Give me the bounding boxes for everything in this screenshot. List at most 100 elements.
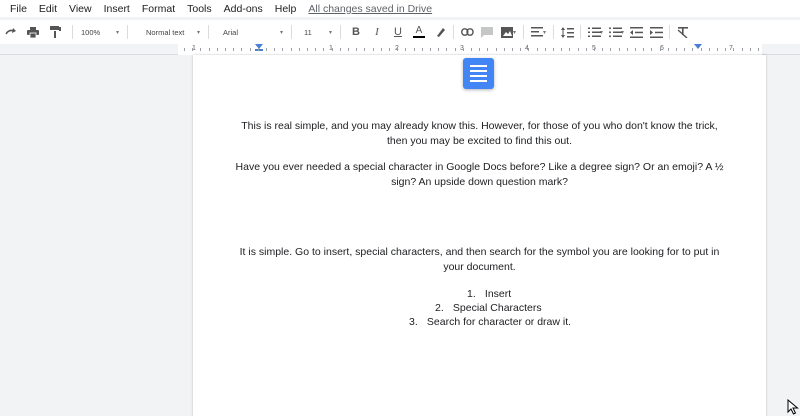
list-item-text: Insert (484, 288, 512, 300)
zoom-value: 100% (81, 27, 101, 37)
ruler-tick (192, 48, 194, 51)
ruler-tick (618, 48, 620, 51)
toolbar-divider (669, 25, 671, 39)
chevron-down-icon[interactable]: ▾ (621, 29, 624, 36)
paragraph-1[interactable]: This is real simple, and you may already… (233, 119, 726, 149)
toolbar-divider (523, 25, 525, 39)
italic-button[interactable]: I (368, 23, 386, 41)
ruler-tick (684, 48, 686, 51)
toolbar-divider (291, 25, 292, 39)
ruler-tick (184, 48, 185, 51)
redo-icon[interactable] (2, 23, 20, 41)
ruler-tick (536, 48, 538, 51)
menu-edit[interactable]: Edit (39, 3, 57, 15)
ruler-tick (520, 48, 522, 51)
chevron-down-icon: ▾ (115, 29, 119, 36)
ruler-tick (356, 48, 358, 51)
ruler-tick (479, 48, 481, 51)
ruler-tick (307, 48, 308, 51)
ruler-tick (208, 48, 210, 51)
chevron-down-icon: ▾ (196, 29, 200, 36)
menu-format[interactable]: Format (142, 3, 175, 15)
underline-button[interactable]: U (389, 23, 407, 41)
ruler-tick (413, 48, 415, 51)
font-size-select[interactable]: 11 ▾ (296, 23, 336, 41)
zoom-select[interactable]: 100% ▾ (77, 23, 123, 41)
save-status-link[interactable]: All changes saved in Drive (308, 3, 432, 15)
clear-formatting-icon[interactable] (674, 23, 692, 41)
ruler-tick (692, 48, 694, 51)
ruler-tick (594, 48, 595, 51)
ruler-tick (749, 48, 751, 51)
paragraph-2[interactable]: Have you ever needed a special character… (233, 160, 726, 190)
list-item[interactable]: 3. Search for character or draw it. (409, 316, 571, 330)
ruler[interactable]: 1 1 2 3 4 5 6 7 (178, 44, 762, 55)
ruler-tick (667, 48, 669, 51)
document-page[interactable]: This is real simple, and you may already… (193, 55, 766, 416)
ruler-tick (241, 48, 243, 51)
text-color-button[interactable]: A (410, 23, 428, 41)
ruler-tick (372, 48, 374, 51)
ruler-tick (512, 48, 513, 51)
menu-view[interactable]: View (69, 3, 92, 15)
ruler-tick (462, 48, 464, 51)
chevron-down-icon[interactable]: ▾ (543, 29, 546, 36)
ruler-tick (225, 48, 226, 51)
ruler-tick (315, 48, 317, 51)
ruler-tick (446, 48, 448, 51)
increase-indent-icon[interactable] (647, 23, 665, 41)
list-item-text: Special Characters (452, 302, 542, 314)
ruler-tick (717, 48, 718, 51)
menu-help[interactable]: Help (275, 3, 297, 15)
ruler-tick (741, 48, 743, 51)
font-value: Arial (223, 27, 239, 37)
ruler-tick (651, 48, 653, 51)
ruler-tick (339, 48, 341, 51)
menu-add-ons[interactable]: Add-ons (224, 3, 263, 15)
ruler-tick (528, 48, 530, 51)
list-marker: 1. (467, 288, 476, 300)
ruler-tick (397, 48, 399, 51)
list-marker: 3. (409, 316, 418, 328)
ruler-tick (323, 48, 325, 51)
decrease-indent-icon[interactable] (627, 23, 645, 41)
ruler-tick (577, 48, 579, 51)
highlight-pen-icon[interactable] (431, 23, 449, 41)
print-icon[interactable] (24, 23, 42, 41)
ruler-tick (200, 48, 202, 51)
ruler-tick (659, 48, 661, 51)
ruler-tick (405, 48, 407, 51)
paint-format-icon[interactable] (46, 23, 64, 41)
ruler-tick (544, 48, 546, 51)
chevron-down-icon: ▾ (279, 29, 283, 36)
ruler-tick (569, 48, 571, 51)
toolbar-divider (72, 25, 73, 39)
list-item[interactable]: 1. Insert (467, 288, 511, 302)
first-line-indent-marker[interactable] (255, 49, 263, 51)
bold-button[interactable]: B (347, 23, 365, 41)
ruler-tick (438, 48, 440, 51)
ruler-tick (389, 48, 390, 51)
ruler-strip: 1 1 2 3 4 5 6 7 (0, 44, 800, 55)
link-icon[interactable] (458, 23, 476, 41)
chevron-down-icon[interactable]: ▾ (513, 29, 516, 36)
mouse-pointer-icon (787, 399, 799, 415)
ruler-tick (298, 48, 300, 51)
list-item-text: Search for character or draw it. (426, 316, 572, 328)
list-item[interactable]: 2. Special Characters (435, 302, 542, 316)
ruler-tick (758, 48, 759, 51)
ruler-tick (708, 48, 710, 51)
chevron-down-icon[interactable]: ▾ (600, 29, 603, 36)
toolbar-divider (580, 25, 582, 39)
ruler-tick (700, 48, 702, 51)
ruler-tick (454, 48, 456, 51)
menu-file[interactable]: File (10, 3, 27, 15)
style-select[interactable]: Normal text ▾ (132, 23, 204, 41)
paragraph-3[interactable]: It is simple. Go to insert, special char… (233, 245, 726, 275)
menu-insert[interactable]: Insert (104, 3, 130, 15)
comment-icon[interactable] (478, 23, 496, 41)
toolbar-divider (127, 25, 128, 39)
menu-tools[interactable]: Tools (187, 3, 212, 15)
line-spacing-icon[interactable] (558, 23, 576, 41)
font-select[interactable]: Arial ▾ (213, 23, 287, 41)
